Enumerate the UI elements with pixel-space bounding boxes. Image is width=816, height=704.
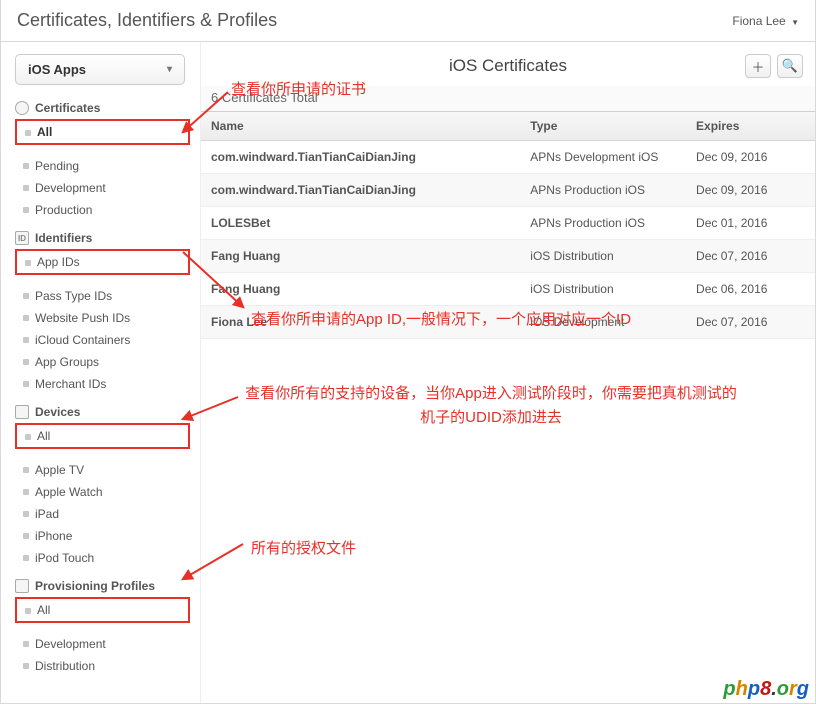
section-title: Provisioning Profiles <box>35 579 155 593</box>
table-row[interactable]: com.windward.TianTianCaiDianJingAPNs Dev… <box>201 141 815 174</box>
sidebar-item-pending[interactable]: Pending <box>15 155 190 177</box>
sidebar-section-certificates: Certificates <box>15 101 190 115</box>
sidebar: iOS Apps ▾ CertificatesAllPendingDevelop… <box>1 42 201 703</box>
sidebar-item-all[interactable]: All <box>17 122 188 142</box>
cell-name: Fang Huang <box>201 240 520 273</box>
cell-name: com.windward.TianTianCaiDianJing <box>201 174 520 207</box>
table-row[interactable]: Fang HuangiOS DistributionDec 07, 2016 <box>201 240 815 273</box>
sidebar-item-production[interactable]: Production <box>15 199 190 221</box>
sidebar-section-devices: Devices <box>15 405 190 419</box>
search-icon: 🔍 <box>782 58 798 74</box>
column-header-expires[interactable]: Expires <box>686 112 815 141</box>
cell-type: APNs Production iOS <box>520 174 686 207</box>
column-header-type[interactable]: Type <box>520 112 686 141</box>
cell-expires: Dec 09, 2016 <box>686 141 815 174</box>
user-menu[interactable]: Fiona Lee ▼ <box>732 14 799 28</box>
section-icon <box>15 101 29 115</box>
sidebar-item-ipod-touch[interactable]: iPod Touch <box>15 547 190 569</box>
sidebar-item-ipad[interactable]: iPad <box>15 503 190 525</box>
cell-expires: Dec 07, 2016 <box>686 306 815 339</box>
table-row[interactable]: com.windward.TianTianCaiDianJingAPNs Pro… <box>201 174 815 207</box>
section-icon <box>15 579 29 593</box>
main-panel: iOS Certificates ＋ 🔍 6 Certificates Tota… <box>201 42 815 703</box>
titlebar: Certificates, Identifiers & Profiles Fio… <box>1 0 815 42</box>
table-row[interactable]: Fang HuangiOS DistributionDec 06, 2016 <box>201 273 815 306</box>
section-icon: ID <box>15 231 29 245</box>
main-title: iOS Certificates <box>449 56 567 76</box>
sidebar-item-all[interactable]: All <box>17 426 188 446</box>
sidebar-item-apple-tv[interactable]: Apple TV <box>15 459 190 481</box>
cell-type: iOS Distribution <box>520 240 686 273</box>
sidebar-item-apple-watch[interactable]: Apple Watch <box>15 481 190 503</box>
sidebar-section-provisioning-profiles: Provisioning Profiles <box>15 579 190 593</box>
section-title: Devices <box>35 405 80 419</box>
cell-expires: Dec 01, 2016 <box>686 207 815 240</box>
table-row[interactable]: Fiona LeeiOS DevelopmentDec 07, 2016 <box>201 306 815 339</box>
app-selector-label: iOS Apps <box>28 62 86 77</box>
sidebar-item-website-push-ids[interactable]: Website Push IDs <box>15 307 190 329</box>
page-title: Certificates, Identifiers & Profiles <box>17 10 277 31</box>
sidebar-item-merchant-ids[interactable]: Merchant IDs <box>15 373 190 395</box>
annotation-profiles: 所有的授权文件 <box>251 537 356 558</box>
sidebar-item-icloud-containers[interactable]: iCloud Containers <box>15 329 190 351</box>
section-title: Certificates <box>35 101 100 115</box>
cell-name: com.windward.TianTianCaiDianJing <box>201 141 520 174</box>
section-title: Identifiers <box>35 231 92 245</box>
annotation-devices: 查看你所有的支持的设备，当你App进入测试阶段时，你需要把真机测试的机子的UDI… <box>241 382 741 430</box>
cell-name: Fiona Lee <box>201 306 520 339</box>
chevron-down-icon: ▼ <box>791 18 799 27</box>
cell-type: APNs Development iOS <box>520 141 686 174</box>
sidebar-section-identifiers: ID Identifiers <box>15 231 190 245</box>
section-icon <box>15 405 29 419</box>
cell-expires: Dec 07, 2016 <box>686 240 815 273</box>
cell-expires: Dec 09, 2016 <box>686 174 815 207</box>
cell-type: APNs Production iOS <box>520 207 686 240</box>
table-row[interactable]: LOLESBetAPNs Production iOSDec 01, 2016 <box>201 207 815 240</box>
chevron-down-icon: ▾ <box>167 64 172 75</box>
sidebar-item-iphone[interactable]: iPhone <box>15 525 190 547</box>
cell-type: iOS Development <box>520 306 686 339</box>
search-button[interactable]: 🔍 <box>777 54 803 78</box>
cell-type: iOS Distribution <box>520 273 686 306</box>
cell-expires: Dec 06, 2016 <box>686 273 815 306</box>
certificates-count: 6 Certificates Total <box>201 86 815 112</box>
add-button[interactable]: ＋ <box>745 54 771 78</box>
watermark: php8.org <box>723 678 809 701</box>
certificates-table: Name Type Expires com.windward.TianTianC… <box>201 112 815 339</box>
sidebar-item-app-ids[interactable]: App IDs <box>17 252 188 272</box>
cell-name: Fang Huang <box>201 273 520 306</box>
sidebar-item-development[interactable]: Development <box>15 177 190 199</box>
sidebar-item-app-groups[interactable]: App Groups <box>15 351 190 373</box>
sidebar-item-all[interactable]: All <box>17 600 188 620</box>
sidebar-item-pass-type-ids[interactable]: Pass Type IDs <box>15 285 190 307</box>
column-header-name[interactable]: Name <box>201 112 520 141</box>
user-name: Fiona Lee <box>732 14 785 28</box>
sidebar-item-development[interactable]: Development <box>15 633 190 655</box>
cell-name: LOLESBet <box>201 207 520 240</box>
plus-icon: ＋ <box>751 57 764 76</box>
sidebar-item-distribution[interactable]: Distribution <box>15 655 190 677</box>
app-selector[interactable]: iOS Apps ▾ <box>15 54 185 85</box>
